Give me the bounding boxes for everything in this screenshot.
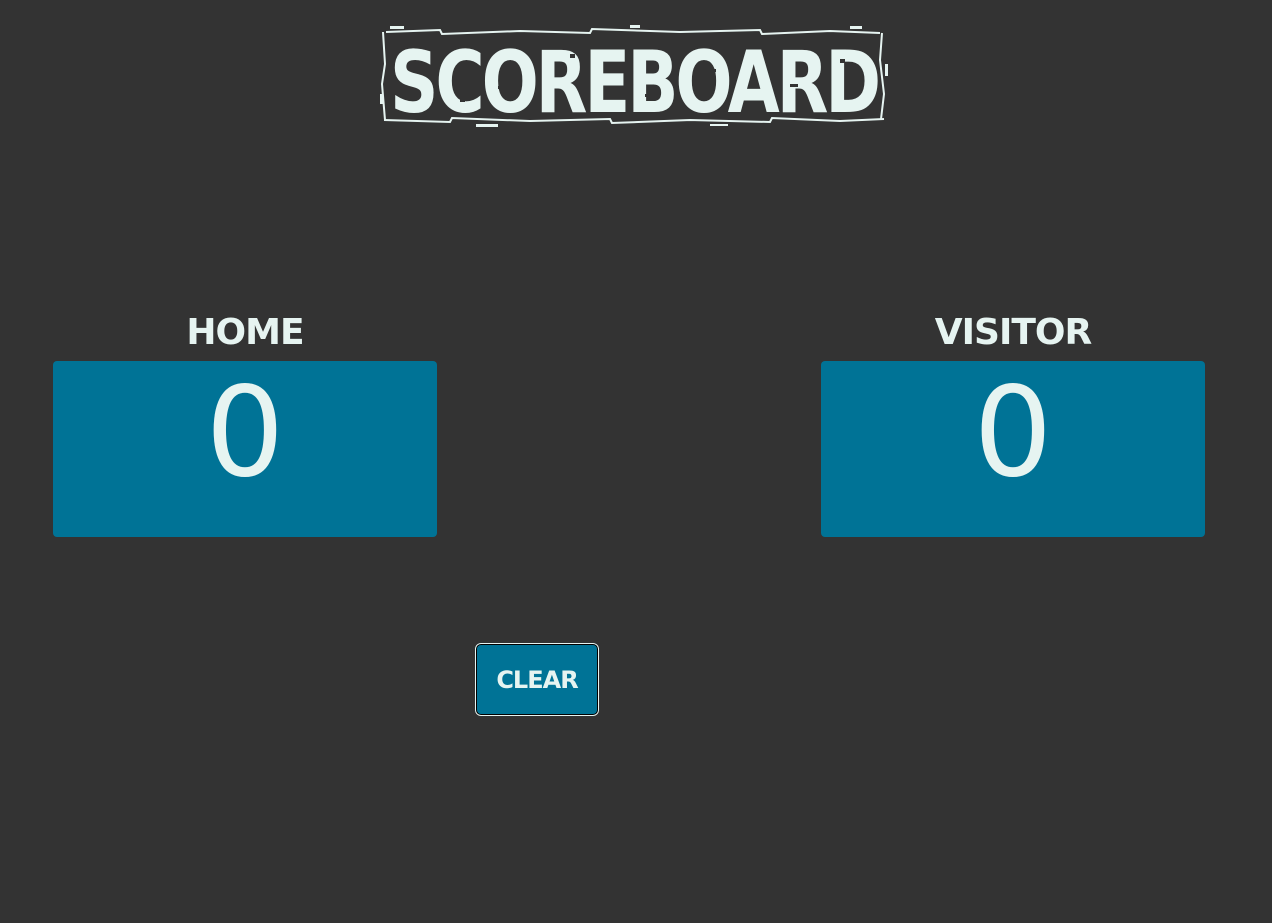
clear-button[interactable]: CLEAR — [475, 643, 599, 716]
scoreboard-logo-graphic: SCOREBOARD — [380, 25, 888, 130]
home-label: HOME — [186, 312, 304, 353]
app-title: SCOREBOARD — [390, 33, 878, 130]
visitor-score: 0 — [973, 361, 1053, 505]
scoreboard-logo: SCOREBOARD — [380, 24, 888, 130]
home-score-box: 0 — [53, 361, 437, 537]
home-score: 0 — [205, 361, 285, 505]
visitor-score-box: 0 — [821, 361, 1205, 537]
visitor-label: VISITOR — [934, 312, 1092, 353]
